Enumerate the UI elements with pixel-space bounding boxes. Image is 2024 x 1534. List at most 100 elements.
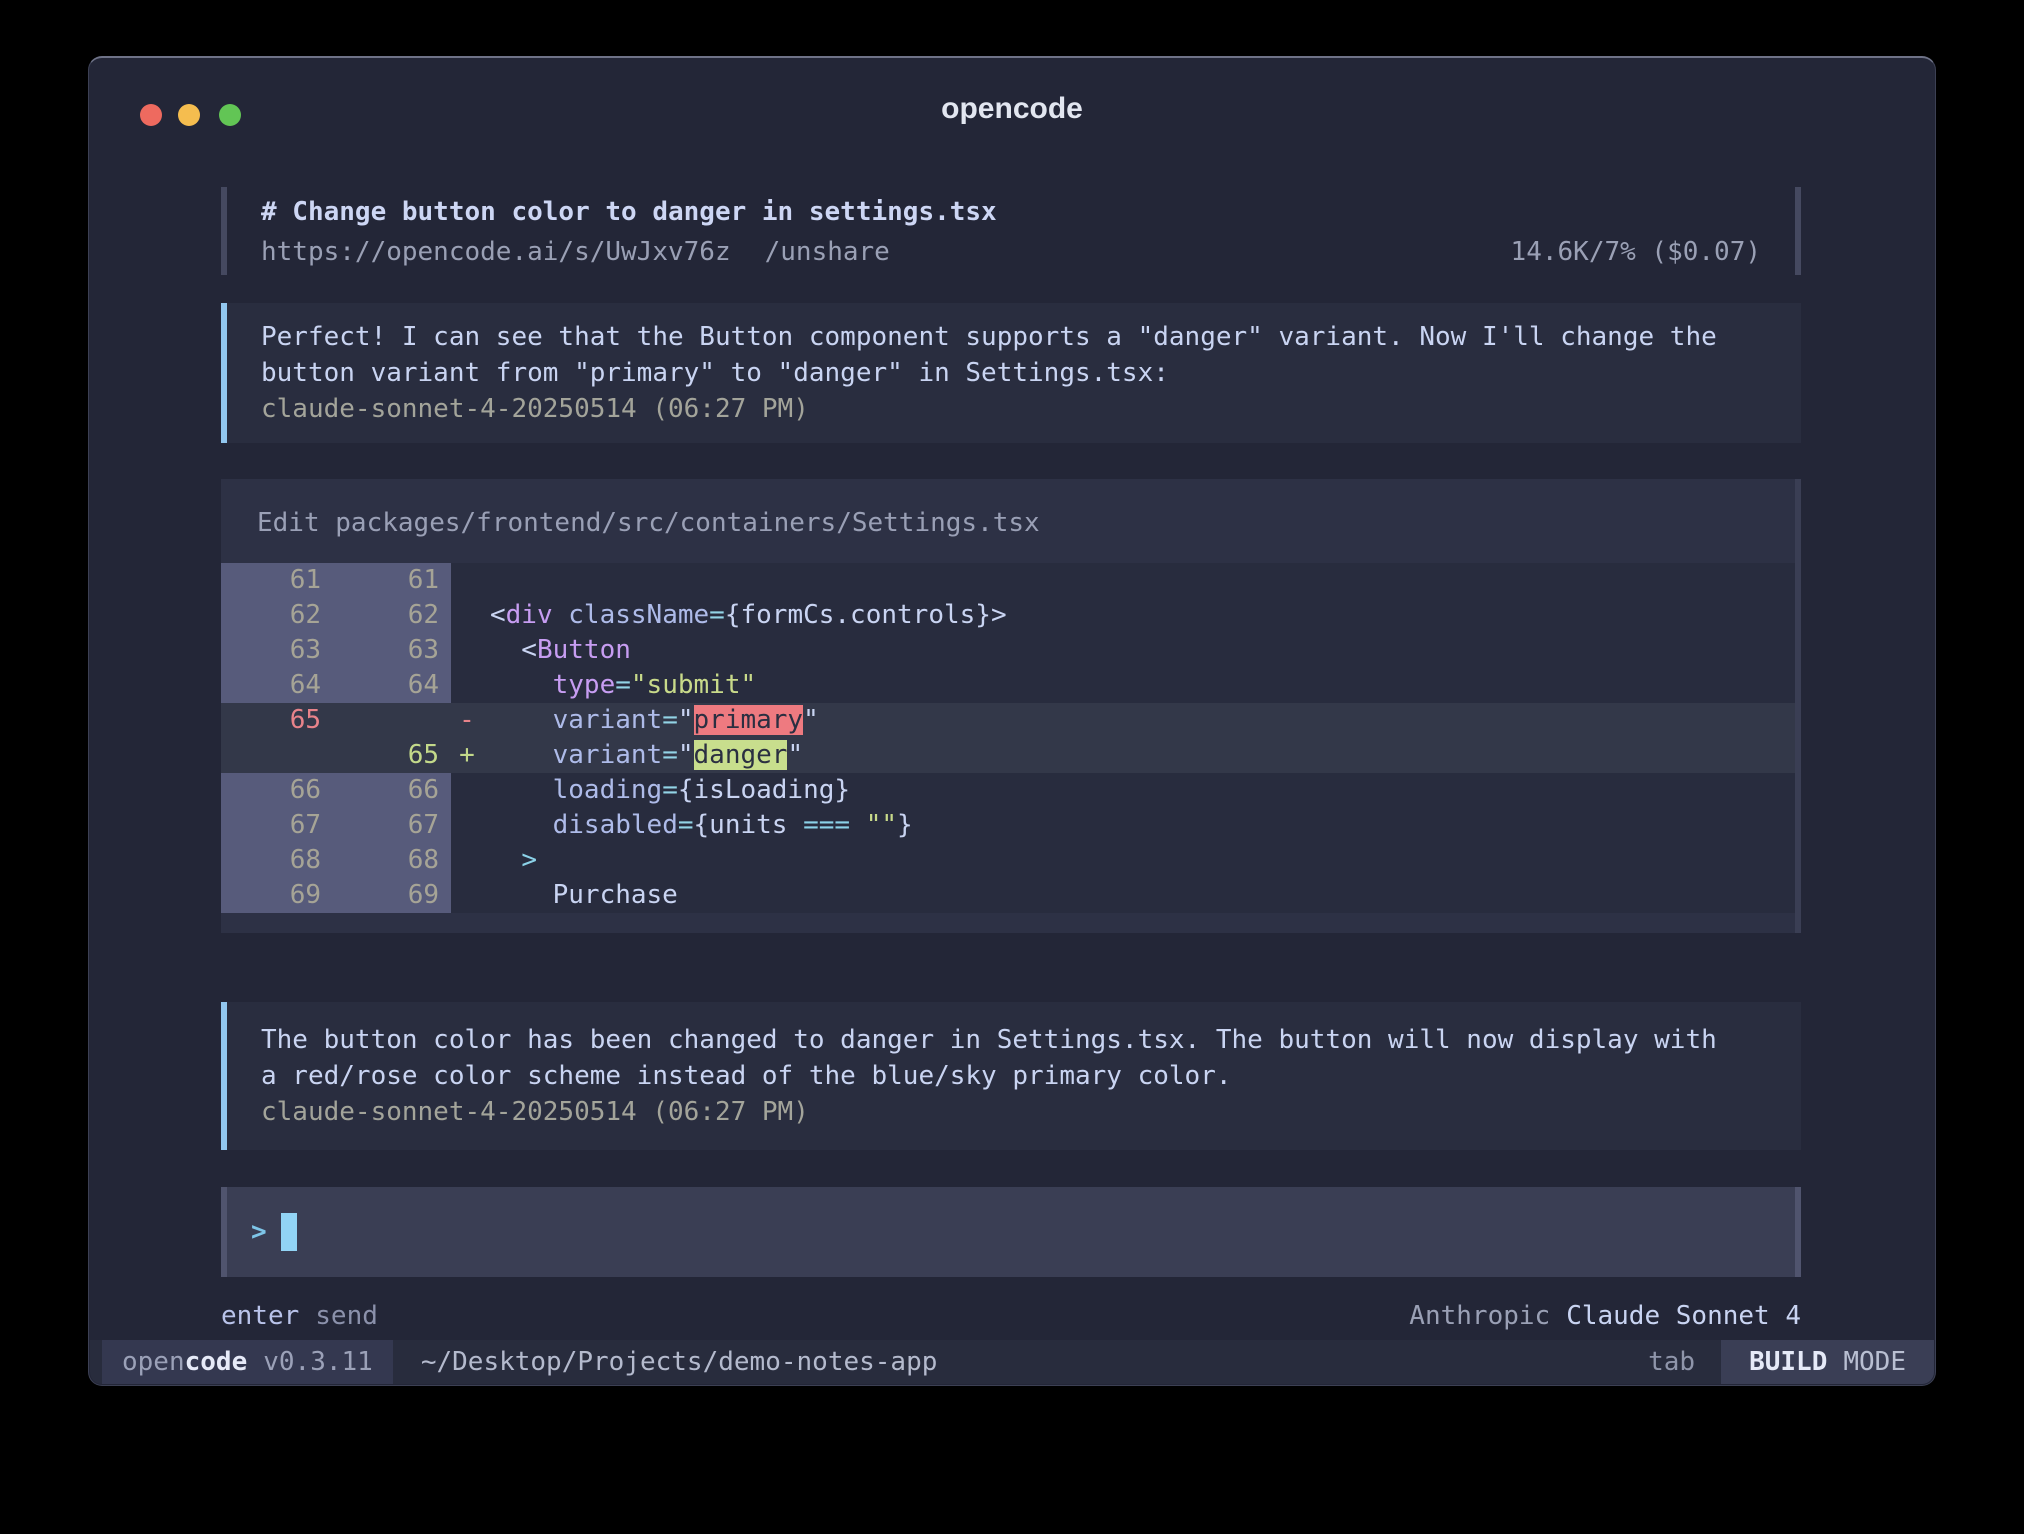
app-name-code: code — [185, 1347, 248, 1377]
code-token — [490, 705, 553, 735]
diff-change-marker — [451, 598, 483, 633]
code-token: {isLoading} — [678, 775, 850, 805]
diff-code-line: <Button — [483, 633, 1795, 668]
diff-code-line: > — [483, 843, 1795, 878]
code-token: " — [803, 705, 819, 735]
tab-keybind-hint: tab — [1648, 1340, 1695, 1384]
code-token: variant — [553, 740, 663, 770]
diff-old-line-number: 68 — [221, 843, 333, 878]
diff-change-marker — [451, 633, 483, 668]
diff-change-marker — [451, 563, 483, 598]
diff-code-line: loading={isLoading} — [483, 773, 1795, 808]
diff-row: 6666 loading={isLoading} — [221, 773, 1795, 808]
code-token: < — [490, 600, 506, 630]
unshare-command[interactable]: /unshare — [765, 237, 890, 267]
share-url-row: https://opencode.ai/s/UwJxv76z/unshare — [261, 233, 890, 271]
diff-row: 65+ variant="danger" — [221, 738, 1795, 773]
message-model-meta: claude-sonnet-4-20250514 (06:27 PM) — [261, 391, 1771, 427]
diff-change-marker — [451, 808, 483, 843]
model-name: Claude Sonnet 4 — [1566, 1301, 1801, 1331]
code-token: " — [787, 740, 803, 770]
code-token: " — [678, 740, 694, 770]
diff-code-line: variant="primary" — [483, 703, 1795, 738]
diff-change-marker — [451, 878, 483, 913]
code-token: } — [897, 810, 913, 840]
prompt-input[interactable]: > — [221, 1187, 1801, 1277]
diff: 61616262<div className={formCs.controls}… — [221, 563, 1795, 913]
share-url: https://opencode.ai/s/UwJxv76z — [261, 237, 731, 267]
diff-new-line-number: 64 — [333, 668, 451, 703]
diff-new-line-number: 69 — [333, 878, 451, 913]
code-token — [553, 600, 569, 630]
code-token: = — [662, 740, 678, 770]
code-token: danger — [694, 740, 788, 770]
code-token — [490, 670, 553, 700]
input-footer: entersend AnthropicClaude Sonnet 4 — [221, 1298, 1801, 1334]
diff-change-marker — [451, 668, 483, 703]
message-model-meta: claude-sonnet-4-20250514 (06:27 PM) — [261, 1094, 1771, 1130]
diff-new-line-number — [333, 703, 451, 738]
diff-old-line-number: 61 — [221, 563, 333, 598]
mode-suffix: MODE — [1843, 1347, 1906, 1377]
code-token — [490, 810, 553, 840]
message-line: button variant from "primary" to "danger… — [261, 355, 1771, 391]
code-token: div — [506, 600, 553, 630]
edit-file-path: packages/frontend/src/containers/Setting… — [335, 508, 1039, 538]
diff-row: 6363 <Button — [221, 633, 1795, 668]
assistant-message: Perfect! I can see that the Button compo… — [221, 303, 1801, 443]
code-token: disabled — [553, 810, 678, 840]
code-token: > — [991, 600, 1007, 630]
code-token — [490, 775, 553, 805]
diff-row: 6262<div className={formCs.controls}> — [221, 598, 1795, 633]
diff-row: 6161 — [221, 563, 1795, 598]
diff-new-line-number: 63 — [333, 633, 451, 668]
code-token: === — [803, 810, 850, 840]
session-title: # Change button color to danger in setti… — [261, 191, 997, 233]
code-token: {units — [694, 810, 804, 840]
prompt-symbol: > — [251, 1217, 267, 1247]
diff-change-marker: + — [451, 738, 483, 773]
working-directory: ~/Desktop/Projects/demo-notes-app — [421, 1340, 938, 1384]
context-stats: 14.6K/7% ($0.07) — [1511, 233, 1761, 271]
hint-action: send — [315, 1301, 378, 1331]
diff-old-line-number: 62 — [221, 598, 333, 633]
provider-name: Anthropic — [1409, 1301, 1550, 1331]
message-line: a red/rose color scheme instead of the b… — [261, 1058, 1771, 1094]
code-token: loading — [553, 775, 663, 805]
code-token: "submit" — [631, 670, 756, 700]
message-line: Perfect! I can see that the Button compo… — [261, 319, 1771, 355]
diff-row: 6969 Purchase — [221, 878, 1795, 913]
message-line: The button color has been changed to dan… — [261, 1022, 1771, 1058]
diff-code-line: <div className={formCs.controls}> — [483, 598, 1795, 633]
code-token: "" — [866, 810, 897, 840]
code-token: = — [615, 670, 631, 700]
code-token: type — [553, 670, 616, 700]
app-version-segment: opencodev0.3.11 — [102, 1340, 393, 1384]
code-token: variant — [553, 705, 663, 735]
assistant-message: The button color has been changed to dan… — [221, 1002, 1801, 1150]
code-token: < — [490, 635, 537, 665]
diff-new-line-number: 66 — [333, 773, 451, 808]
diff-row: 6767 disabled={units === ""} — [221, 808, 1795, 843]
diff-change-marker: - — [451, 703, 483, 738]
edit-tool-title: Edit packages/frontend/src/containers/Se… — [221, 479, 1795, 563]
edit-tool-panel: Edit packages/frontend/src/containers/Se… — [221, 479, 1801, 933]
code-token: primary — [694, 705, 804, 735]
code-token — [850, 810, 866, 840]
code-token: {formCs.controls} — [725, 600, 991, 630]
code-token: " — [678, 705, 694, 735]
diff-code-line: type="submit" — [483, 668, 1795, 703]
session-header: # Change button color to danger in setti… — [221, 187, 1801, 275]
diff-row: 6464 type="submit" — [221, 668, 1795, 703]
diff-change-marker — [451, 843, 483, 878]
diff-new-line-number: 68 — [333, 843, 451, 878]
code-token — [490, 740, 553, 770]
model-indicator: Anthropic Claude Sonnet 4 — [1409, 1298, 1801, 1334]
diff-code-line — [483, 563, 1795, 598]
code-token: = — [662, 705, 678, 735]
window-title: opencode — [89, 92, 1935, 126]
diff-old-line-number: 63 — [221, 633, 333, 668]
diff-row: 65- variant="primary" — [221, 703, 1795, 738]
mode-segment[interactable]: BUILDMODE — [1721, 1340, 1934, 1384]
diff-old-line-number: 67 — [221, 808, 333, 843]
